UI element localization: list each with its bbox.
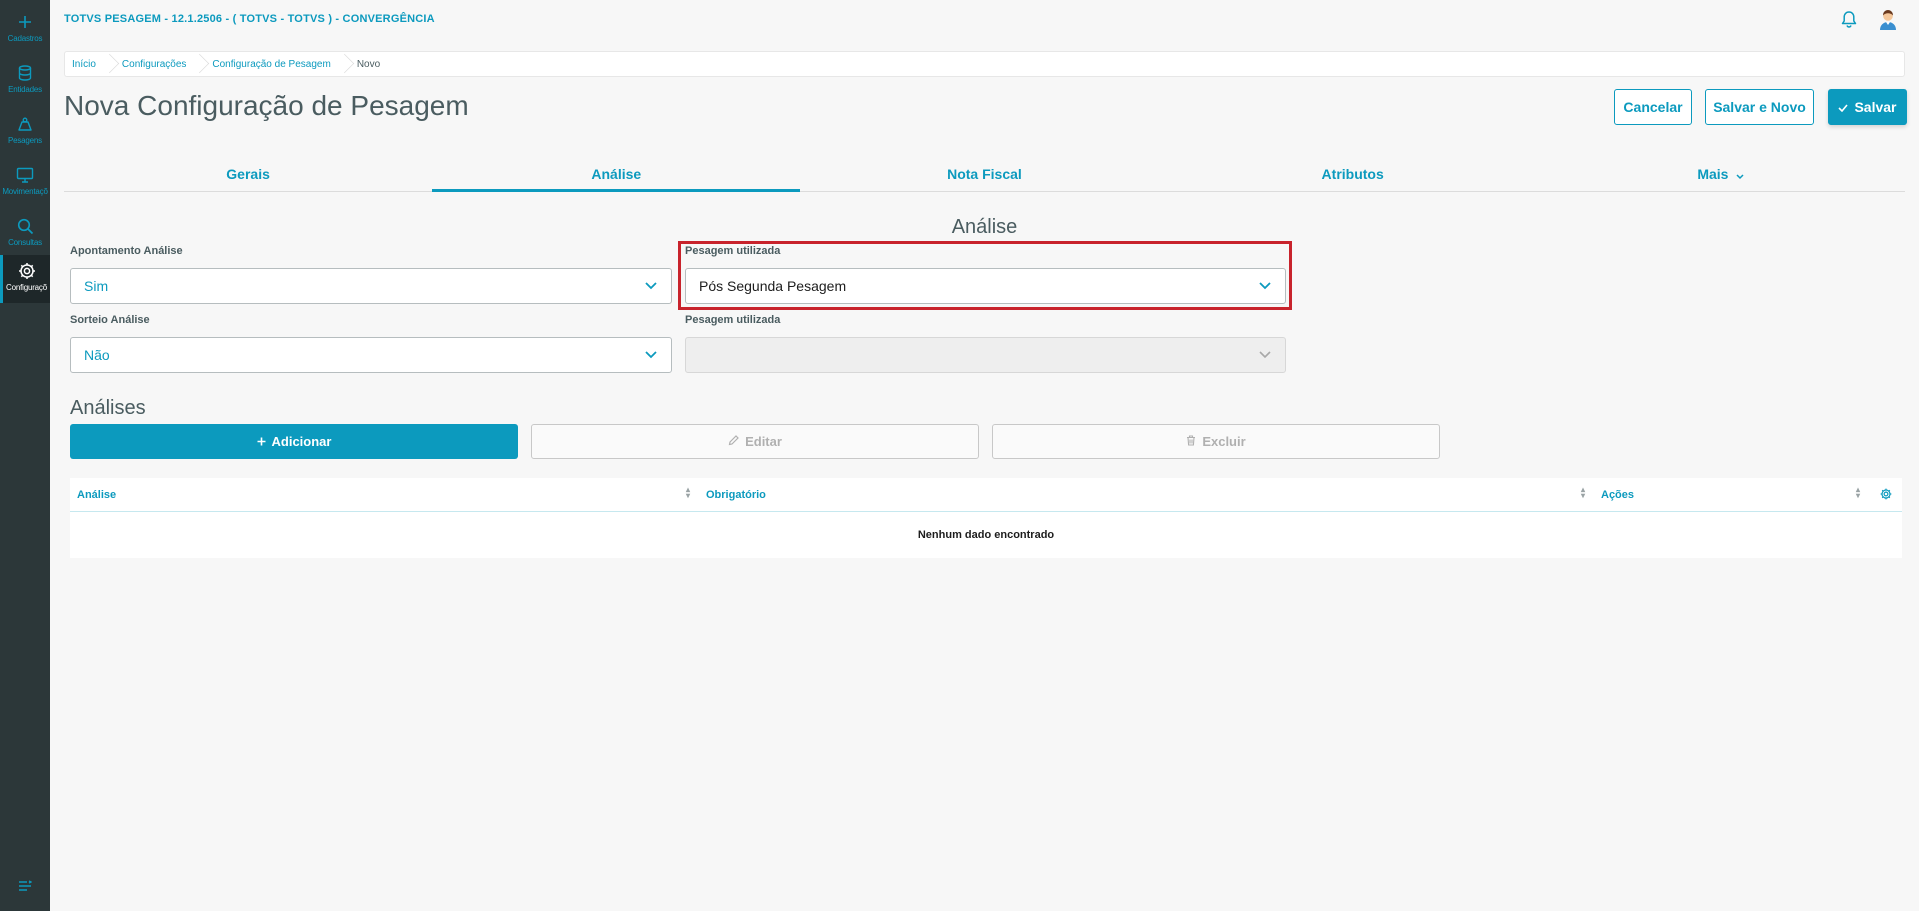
pesagem-utilizada-2-label: Pesagem utilizada — [685, 314, 781, 326]
sidebar-item-label: Movimentaçõ — [2, 187, 48, 196]
sort-icon[interactable]: ▴ ▾ — [1581, 486, 1585, 500]
apontamento-analise-select[interactable]: Sim — [70, 268, 672, 304]
sidebar-item-movimentacoes[interactable]: Movimentaçõ — [0, 159, 50, 207]
breadcrumb-inicio[interactable]: Início — [72, 59, 96, 70]
sidebar: Cadastros Entidades Pesagens Movimentaçõ… — [0, 0, 50, 911]
sort-icon[interactable]: ▴ ▾ — [1856, 486, 1860, 500]
database-icon — [18, 63, 32, 83]
tab-gerais[interactable]: Gerais — [64, 156, 432, 191]
breadcrumb-separator — [339, 51, 348, 77]
tab-nota-fiscal[interactable]: Nota Fiscal — [800, 156, 1168, 191]
chevron-down-icon — [1245, 282, 1285, 290]
analises-title: Análises — [70, 397, 146, 419]
edit-button: Editar — [531, 424, 979, 459]
sort-icon[interactable]: ▴ ▾ — [686, 486, 690, 500]
sidebar-item-label: Pesagens — [8, 136, 42, 145]
section-title: Análise — [951, 216, 1018, 238]
select-value: Pós Segunda Pesagem — [699, 278, 847, 294]
sorteio-analise-select[interactable]: Não — [70, 337, 672, 373]
sidebar-item-cadastros[interactable]: Cadastros — [0, 6, 50, 54]
breadcrumb-separator — [194, 51, 203, 77]
column-header-acoes[interactable]: Ações — [1601, 489, 1634, 501]
sidebar-item-label: Configuraçõ — [6, 283, 47, 292]
sidebar-item-label: Cadastros — [7, 34, 43, 43]
empty-message: Nenhum dado encontrado — [917, 528, 1055, 541]
save-label: Salvar — [1854, 99, 1897, 115]
delete-label: Excluir — [1202, 434, 1246, 449]
pencil-icon — [728, 434, 739, 449]
sidebar-item-pesagens[interactable]: Pesagens — [0, 108, 50, 156]
sidebar-item-label: Consultas — [8, 238, 42, 247]
table-settings-icon[interactable] — [1880, 488, 1892, 503]
gear-icon — [18, 261, 36, 281]
delete-button: Excluir — [992, 424, 1440, 459]
pesagem-utilizada-label: Pesagem utilizada — [685, 245, 781, 257]
select-value: Não — [84, 347, 110, 363]
tab-mais[interactable]: Mais — [1537, 156, 1905, 191]
chevron-down-icon — [1736, 167, 1744, 183]
column-header-obrigatorio[interactable]: Obrigatório — [706, 489, 766, 501]
column-header-analise[interactable]: Análise — [77, 489, 116, 501]
sidebar-item-entidades[interactable]: Entidades — [0, 57, 50, 105]
weight-icon — [17, 114, 33, 134]
sidebar-item-configuracoes[interactable]: Configuraçõ — [0, 255, 50, 303]
trash-icon — [1186, 434, 1196, 449]
plus-icon — [257, 434, 266, 449]
breadcrumb-novo: Novo — [356, 58, 381, 70]
breadcrumb: Início Configurações Configuração de Pes… — [64, 51, 1905, 77]
add-label: Adicionar — [271, 434, 332, 449]
user-avatar-icon — [1878, 10, 1898, 34]
breadcrumb-configuracao-pesagem[interactable]: Configuração de Pesagem — [212, 59, 330, 70]
select-value: Sim — [84, 278, 109, 294]
chevron-down-icon — [1245, 351, 1285, 359]
plus-icon — [18, 12, 32, 32]
bell-icon — [1841, 11, 1857, 32]
sidebar-item-consultas[interactable]: Consultas — [0, 210, 50, 258]
tab-atributos[interactable]: Atributos — [1169, 156, 1537, 191]
breadcrumb-separator — [104, 51, 113, 77]
tab-bar: Gerais Análise Nota Fiscal Atributos Mai… — [64, 156, 1905, 192]
check-icon — [1838, 99, 1849, 115]
cancel-button[interactable]: Cancelar — [1614, 89, 1692, 125]
table-header: Análise ▴ ▾ Obrigatório ▴ ▾ Ações ▴ ▾ — [70, 478, 1902, 512]
monitor-icon — [16, 165, 34, 185]
analises-table: Análise ▴ ▾ Obrigatório ▴ ▾ Ações ▴ ▾ Nenhu… — [70, 478, 1902, 558]
apontamento-analise-label: Apontamento Análise — [70, 245, 183, 257]
sidebar-item-label: Entidades — [8, 85, 42, 94]
chevron-down-icon — [631, 282, 671, 290]
chevron-down-icon — [631, 351, 671, 359]
menu-collapse-icon — [18, 879, 33, 897]
search-icon — [17, 216, 34, 236]
pesagem-utilizada-select[interactable]: Pós Segunda Pesagem — [685, 268, 1286, 304]
user-avatar-button[interactable] — [1878, 8, 1898, 35]
notifications-button[interactable] — [1841, 10, 1857, 33]
page-title: Nova Configuração de Pesagem — [64, 90, 469, 121]
pesagem-utilizada-2-select — [685, 337, 1286, 373]
save-and-new-button[interactable]: Salvar e Novo — [1705, 89, 1814, 125]
save-button[interactable]: Salvar — [1828, 89, 1907, 125]
tab-analise[interactable]: Análise — [432, 156, 801, 192]
sorteio-analise-label: Sorteio Análise — [70, 314, 150, 326]
add-button[interactable]: Adicionar — [70, 424, 518, 459]
tab-mais-label: Mais — [1697, 166, 1729, 182]
breadcrumb-configuracoes[interactable]: Configurações — [122, 59, 186, 70]
app-title: TOTVS PESAGEM - 12.1.2506 - ( TOTVS - TO… — [64, 13, 435, 25]
edit-label: Editar — [745, 434, 782, 449]
menu-collapse-button[interactable] — [0, 879, 50, 897]
